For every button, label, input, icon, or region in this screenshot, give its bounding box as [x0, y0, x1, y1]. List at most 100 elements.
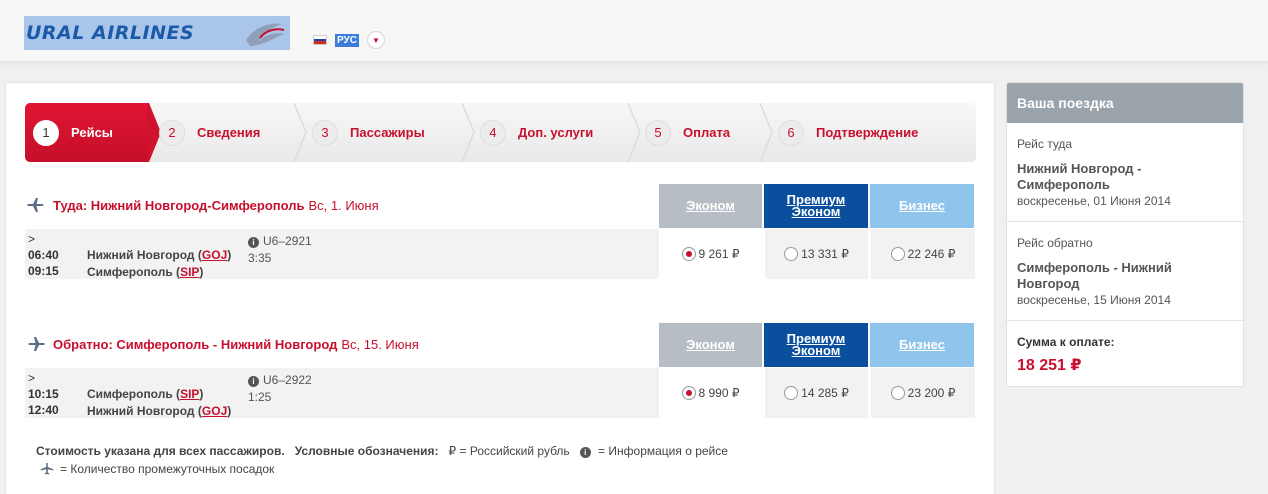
step-label: Пассажиры: [350, 125, 425, 140]
step-label: Оплата: [683, 125, 731, 140]
step-number: 2: [159, 119, 185, 146]
return-date: воскресенье, 15 Июня 2014: [1017, 293, 1171, 307]
plane-return-icon: [28, 337, 45, 351]
return-route: Обратно: Симферополь - Нижний Новгород: [53, 336, 338, 352]
outbound-route: Туда: Нижний Новгород-Симферополь: [53, 197, 305, 213]
logo-bird-icon: [246, 23, 285, 46]
legend-info: = Информация о рейсе: [598, 444, 728, 458]
fare-radio[interactable]: [681, 247, 696, 261]
legend-stops: = Количество промежуточных посадок: [60, 462, 275, 476]
step-divider: [293, 103, 307, 162]
departure-city: Симферополь: [87, 387, 173, 401]
step-confirmation[interactable]: 6 Подтверждение: [778, 103, 968, 162]
fare-radio[interactable]: [784, 386, 799, 400]
trip-summary-title: Ваша поездка: [1007, 83, 1243, 123]
flight-duration: 1:25: [248, 390, 272, 404]
info-icon[interactable]: i: [248, 237, 259, 248]
arrival-airport-code[interactable]: GOJ: [202, 404, 227, 418]
return-route: Симферополь - Нижний Новгород: [1017, 260, 1172, 291]
trip-summary-panel: Ваша поездка Рейс туда Нижний Новгород -…: [1006, 82, 1244, 387]
premium-column-header[interactable]: Премиум Эконом: [764, 184, 868, 228]
outbound-date: воскресенье, 01 Июня 2014: [1017, 194, 1171, 208]
flight-times: > 10:15 12:40: [28, 370, 59, 418]
premium-price: 14 285 ₽: [801, 386, 849, 400]
chevron-down-icon[interactable]: ▼: [366, 31, 385, 49]
outbound-title: Туда: Нижний Новгород-Симферополь Вс, 1.…: [27, 197, 379, 213]
economy-fare-option[interactable]: 9 261 ₽: [659, 229, 762, 279]
economy-column-header[interactable]: Эконом: [659, 323, 762, 367]
economy-label: Эконом: [686, 337, 735, 352]
step-number: 5: [645, 119, 671, 146]
price-note: Стоимость указана для всех пассажиров.: [36, 444, 285, 458]
return-date: Вс, 15. Июня: [341, 336, 419, 352]
flight-number: U6–2921: [263, 234, 312, 248]
economy-fare-option[interactable]: 8 990 ₽: [659, 368, 762, 418]
economy-column-header[interactable]: Эконом: [659, 184, 762, 228]
departure-airport-code[interactable]: GOJ: [202, 248, 227, 262]
step-details[interactable]: 2 Сведения: [159, 103, 289, 162]
ural-airlines-logo[interactable]: URAL AIRLINES: [24, 16, 290, 50]
flight-cities: Нижний Новгород (GOJ) Симферополь (SIP): [87, 248, 232, 279]
flight-info: i U6–2921 3:35: [248, 233, 312, 267]
business-label: Бизнес: [899, 337, 945, 352]
total-label: Сумма к оплате:: [1017, 335, 1115, 349]
expand-arrow[interactable]: >: [28, 370, 59, 386]
booking-steps: 1 Рейсы 2 Сведения 3 Пассажиры 4 Доп. ус…: [25, 103, 976, 162]
business-fare-option[interactable]: 22 246 ₽: [871, 229, 975, 279]
step-number: 6: [778, 119, 804, 146]
language-label: РУС: [335, 33, 359, 47]
expand-arrow[interactable]: >: [28, 231, 59, 247]
arrival-time: 09:15: [28, 264, 59, 278]
business-label: Бизнес: [899, 198, 945, 213]
russia-flag-icon: [313, 35, 327, 45]
plane-outbound-icon: [27, 198, 44, 212]
step-number: 4: [480, 119, 506, 146]
premium-fare-option[interactable]: 14 285 ₽: [765, 368, 868, 418]
economy-price: 9 261 ₽: [698, 247, 740, 261]
info-icon: i: [579, 447, 591, 458]
premium-fare-option[interactable]: 13 331 ₽: [765, 229, 868, 279]
arrival-time: 12:40: [28, 403, 59, 417]
step-number: 1: [33, 119, 59, 146]
arrival-airport-code[interactable]: SIP: [180, 265, 199, 279]
logo-text: URAL AIRLINES: [26, 22, 195, 44]
total-amount: 18 251 ₽: [1017, 357, 1082, 374]
business-column-header[interactable]: Бизнес: [870, 323, 974, 367]
fare-radio[interactable]: [784, 247, 799, 261]
flight-info: i U6–2922 1:25: [248, 372, 312, 406]
flight-times: > 06:40 09:15: [28, 231, 59, 279]
info-icon[interactable]: i: [248, 376, 259, 387]
step-label: Рейсы: [71, 125, 113, 140]
fare-radio[interactable]: [890, 386, 905, 400]
summary-return: Рейс обратно Симферополь - Нижний Новгор…: [1007, 222, 1243, 321]
step-payment[interactable]: 5 Оплата: [645, 103, 765, 162]
language-selector[interactable]: РУС ▼: [313, 31, 385, 49]
arrival-city: Нижний Новгород: [87, 404, 195, 418]
fare-radio[interactable]: [681, 386, 696, 400]
fare-radio[interactable]: [890, 247, 905, 261]
business-column-header[interactable]: Бизнес: [870, 184, 974, 228]
step-extras[interactable]: 4 Доп. услуги: [480, 103, 630, 162]
premium-label: Премиум Эконом: [786, 331, 846, 358]
business-fare-option[interactable]: 23 200 ₽: [871, 368, 975, 418]
step-divider: [461, 103, 475, 162]
premium-price: 13 331 ₽: [801, 247, 849, 261]
step-label: Доп. услуги: [518, 125, 594, 140]
step-passengers[interactable]: 3 Пассажиры: [312, 103, 477, 162]
business-price: 22 246 ₽: [907, 247, 956, 261]
ruble-icon: ₽: [448, 444, 457, 458]
step-number: 3: [312, 119, 338, 146]
return-flight-row: > 10:15 12:40 Симферополь (SIP) Нижний Н…: [25, 368, 975, 418]
flight-cities: Симферополь (SIP) Нижний Новгород (GOJ): [87, 387, 232, 418]
step-divider: [759, 103, 773, 162]
departure-time: 10:15: [28, 387, 59, 401]
step-flights[interactable]: 1 Рейсы: [25, 103, 147, 162]
outbound-route: Нижний Новгород - Симферополь: [1017, 161, 1142, 192]
economy-price: 8 990 ₽: [698, 386, 740, 400]
departure-time: 06:40: [28, 248, 59, 262]
outbound-flight-row: > 06:40 09:15 Нижний Новгород (GOJ) Симф…: [25, 229, 975, 279]
departure-airport-code[interactable]: SIP: [180, 387, 199, 401]
step-label: Сведения: [197, 125, 261, 140]
summary-total: Сумма к оплате: 18 251 ₽: [1007, 321, 1243, 375]
premium-column-header[interactable]: Премиум Эконом: [764, 323, 868, 367]
